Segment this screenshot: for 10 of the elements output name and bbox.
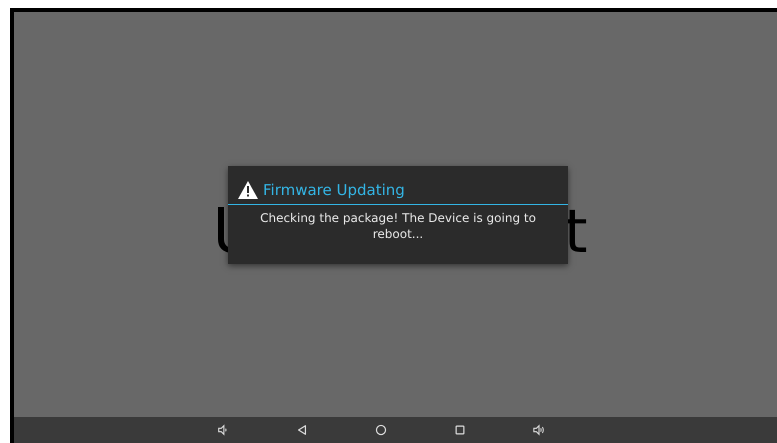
- warning-icon: [238, 181, 258, 199]
- home-icon: [374, 424, 386, 436]
- recents-icon: [454, 424, 466, 436]
- volume-up-icon: [532, 424, 544, 436]
- back-icon: [296, 424, 308, 436]
- volume-up-button[interactable]: [530, 422, 546, 438]
- dialog-title: Firmware Updating: [263, 181, 405, 199]
- dialog-message: Checking the package! The Device is going to reboot...: [259, 210, 537, 242]
- background-text: t: [564, 202, 588, 262]
- volume-down-icon: [216, 424, 228, 436]
